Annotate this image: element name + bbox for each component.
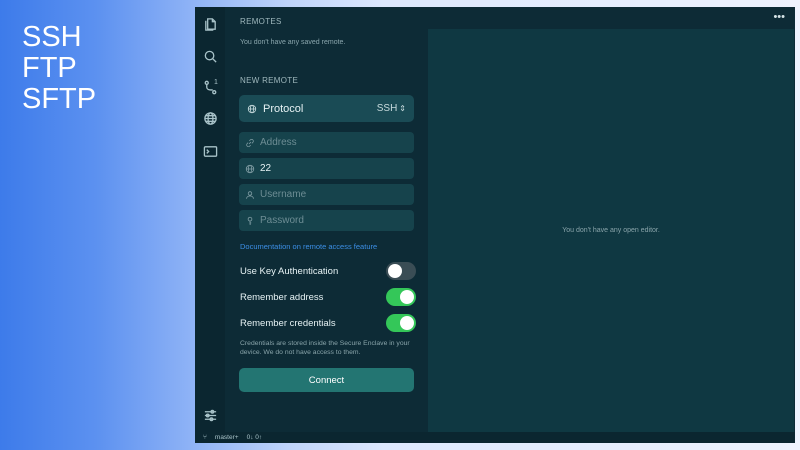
sync-status[interactable]: 0↓ 0↑ — [247, 434, 263, 441]
toggle-knob — [400, 316, 414, 330]
branch-icon: ⑂ — [203, 434, 207, 441]
chevron-up-down-icon: ⇕ — [399, 104, 406, 113]
source-control-badge: 1 — [214, 79, 218, 86]
toggle-knob — [388, 264, 402, 278]
credentials-note: Credentials are stored inside the Secure… — [240, 340, 410, 356]
toggle-label: Remember credentials — [240, 317, 336, 329]
protocol-select[interactable]: Protocol SSH ⇕ — [239, 95, 414, 122]
globe-icon — [245, 164, 255, 173]
key-icon — [247, 216, 253, 225]
globe-icon — [247, 104, 257, 113]
more-options-icon[interactable]: ••• — [773, 11, 785, 23]
editor-area: You don't have any open editor. — [428, 29, 794, 432]
person-icon — [246, 190, 254, 199]
remote-panel: REMOTES You don't have any saved remote.… — [229, 7, 425, 432]
search-icon[interactable] — [202, 48, 218, 64]
port-field[interactable] — [239, 158, 414, 179]
remember-credentials-toggle[interactable] — [386, 314, 416, 332]
port-input[interactable] — [260, 163, 408, 174]
key-auth-toggle[interactable] — [386, 262, 416, 280]
remotes-title: REMOTES — [240, 17, 282, 26]
app-window: 1 REMOTES You don't have any saved remot… — [195, 7, 795, 443]
protocol-value: SSH — [376, 103, 398, 114]
toggle-row-remember-credentials: Remember credentials — [240, 314, 416, 332]
toggle-row-key-auth: Use Key Authentication — [240, 262, 416, 280]
address-field[interactable] — [239, 132, 414, 153]
branch-name[interactable]: master+ — [215, 434, 239, 441]
promo-line-sftp: SFTP — [22, 83, 97, 115]
remotes-empty-text: You don't have any saved remote. — [240, 39, 346, 46]
connect-button[interactable]: Connect — [239, 368, 414, 392]
activity-bar: 1 — [195, 7, 225, 443]
toggle-knob — [400, 290, 414, 304]
documentation-link[interactable]: Documentation on remote access feature — [240, 242, 377, 251]
remember-address-toggle[interactable] — [386, 288, 416, 306]
new-remote-title: NEW REMOTE — [240, 76, 299, 85]
editor-empty-text: You don't have any open editor. — [562, 227, 660, 234]
toggle-label: Remember address — [240, 291, 324, 303]
toggle-row-remember-address: Remember address — [240, 288, 416, 306]
password-input[interactable] — [260, 215, 408, 226]
globe-icon[interactable] — [202, 110, 218, 126]
files-icon[interactable] — [202, 16, 218, 32]
username-input[interactable] — [260, 189, 408, 200]
password-field[interactable] — [239, 210, 414, 231]
link-icon — [246, 138, 254, 147]
promo-line-ssh: SSH — [22, 21, 82, 53]
username-field[interactable] — [239, 184, 414, 205]
status-bar: ⑂ master+ 0↓ 0↑ — [195, 432, 795, 443]
promo-line-ftp: FTP — [22, 52, 77, 84]
protocol-label: Protocol — [263, 102, 304, 115]
settings-sliders-icon[interactable] — [202, 407, 218, 423]
terminal-icon[interactable] — [202, 143, 218, 159]
promo-title: SSH FTP SFTP — [22, 22, 96, 115]
address-input[interactable] — [260, 137, 408, 148]
toggle-label: Use Key Authentication — [240, 265, 339, 277]
